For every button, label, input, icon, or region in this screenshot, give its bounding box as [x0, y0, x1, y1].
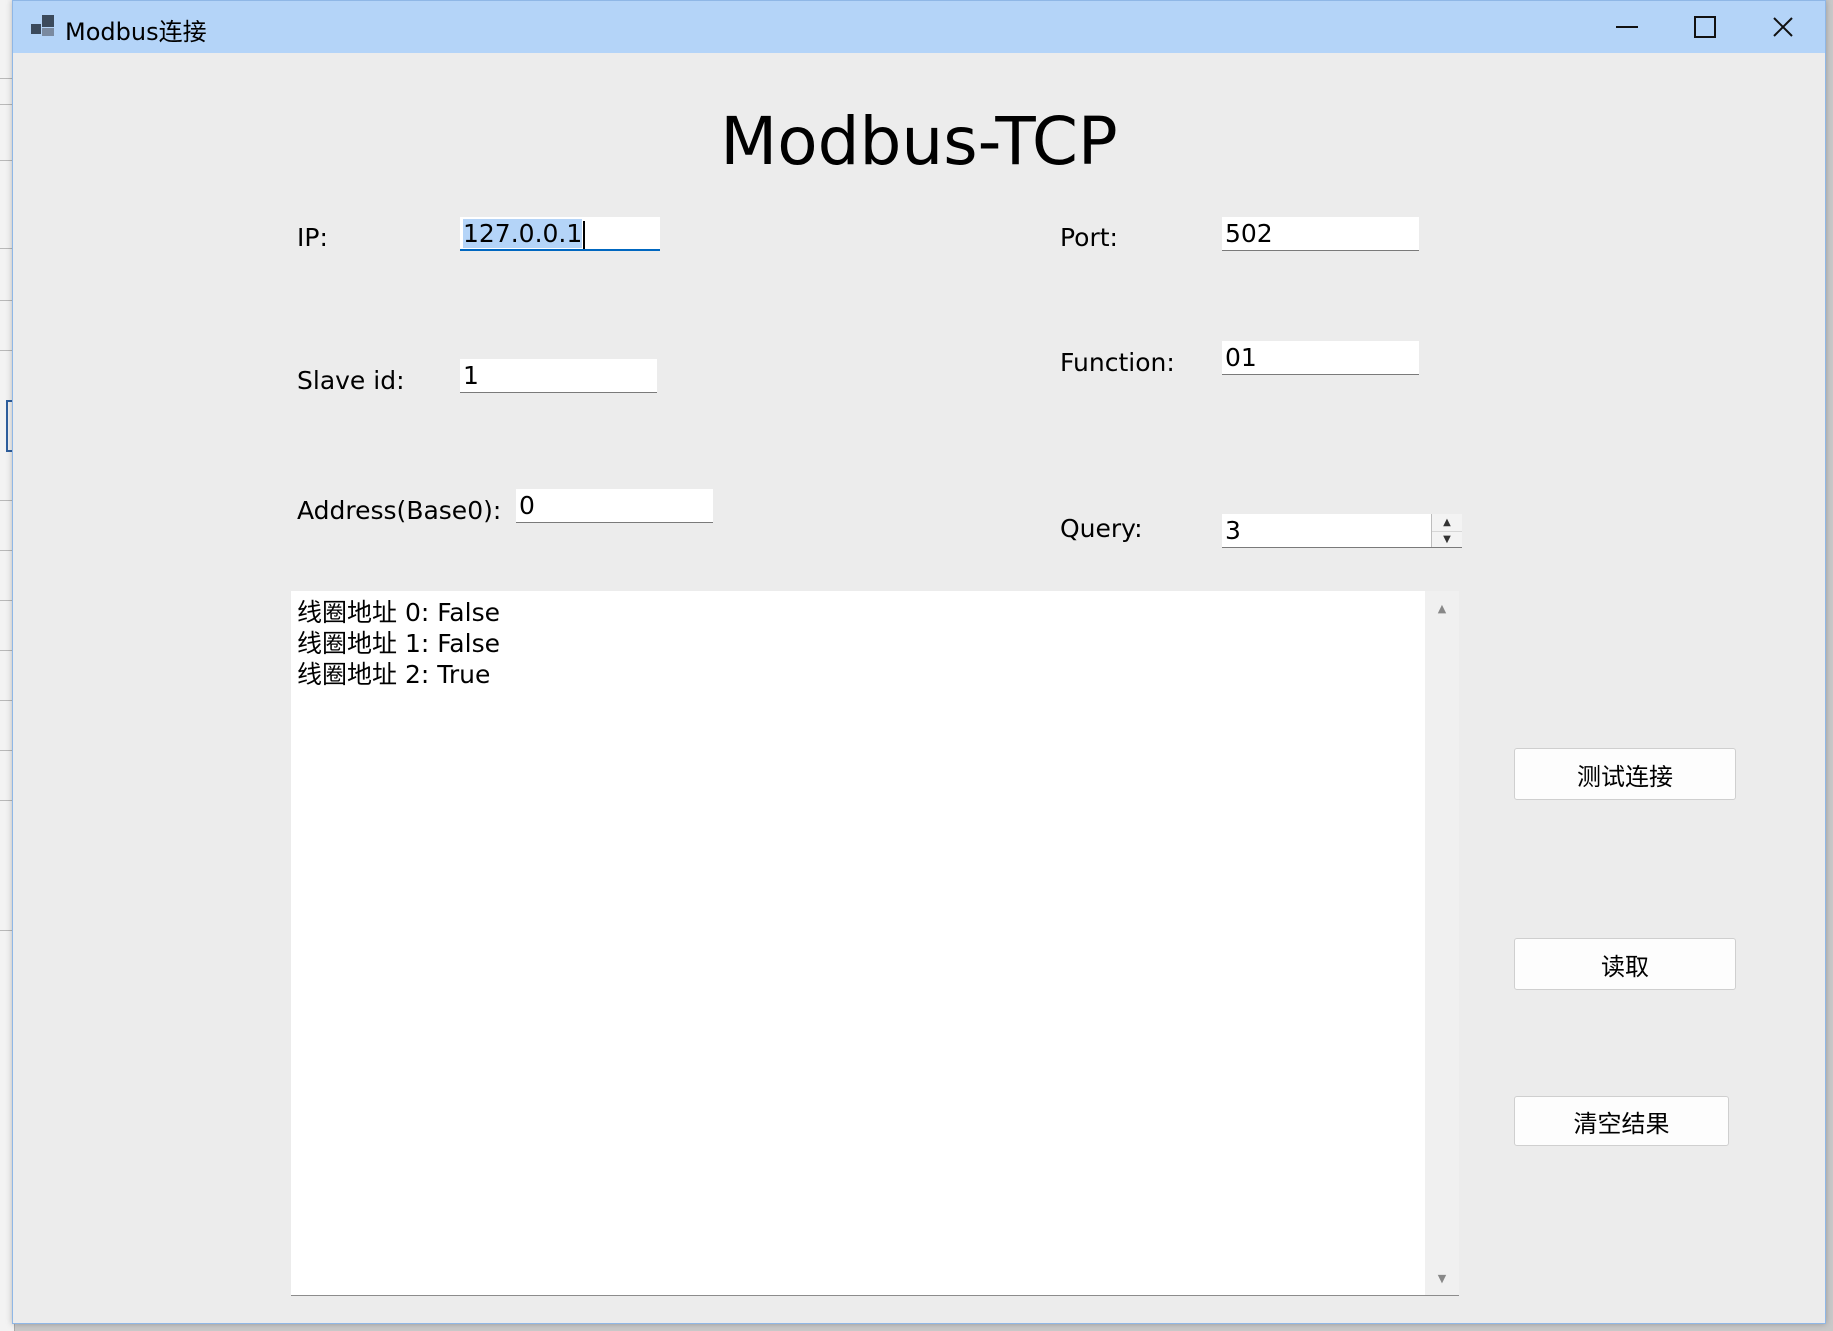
- result-lines: 线圈地址 0: False 线圈地址 1: False 线圈地址 2: True: [297, 597, 500, 690]
- function-field[interactable]: 01: [1222, 341, 1419, 375]
- result-line: 线圈地址 1: False: [297, 629, 500, 658]
- read-button[interactable]: 读取: [1514, 938, 1736, 990]
- form-area: Modbus-TCP IP: 127.0.0.1 Port: 502 Slave…: [13, 53, 1825, 1323]
- window-title: Modbus连接: [65, 18, 207, 46]
- address-label: Address(Base0):: [297, 496, 502, 525]
- page-title: Modbus-TCP: [720, 103, 1118, 180]
- close-icon: [1773, 17, 1793, 37]
- slave-id-field[interactable]: 1: [460, 359, 657, 393]
- result-line: 线圈地址 2: True: [297, 660, 491, 689]
- query-value: 3: [1225, 516, 1241, 545]
- query-label: Query:: [1060, 514, 1143, 543]
- port-label: Port:: [1060, 223, 1118, 252]
- query-spin-buttons: ▲ ▼: [1431, 514, 1462, 547]
- maximize-button[interactable]: [1666, 1, 1744, 53]
- slave-id-label: Slave id:: [297, 366, 405, 395]
- ip-label: IP:: [297, 223, 328, 252]
- test-connection-button[interactable]: 测试连接: [1514, 748, 1736, 800]
- title-bar[interactable]: Modbus连接: [13, 1, 1825, 53]
- close-button[interactable]: [1744, 1, 1822, 53]
- minimize-button[interactable]: [1588, 1, 1666, 53]
- result-line: 线圈地址 0: False: [297, 598, 500, 627]
- maximize-icon: [1694, 16, 1716, 38]
- ip-value: 127.0.0.1: [463, 219, 583, 248]
- query-stepper[interactable]: 3 ▲ ▼: [1222, 514, 1462, 548]
- port-field[interactable]: 502: [1222, 217, 1419, 251]
- function-label: Function:: [1060, 348, 1175, 377]
- down-arrow-icon[interactable]: ▼: [1432, 531, 1462, 547]
- scroll-down-icon[interactable]: ▼: [1425, 1263, 1459, 1293]
- app-window-icon: [31, 15, 55, 37]
- minimize-icon: [1616, 26, 1638, 28]
- clear-results-button[interactable]: 清空结果: [1514, 1096, 1729, 1146]
- ip-field[interactable]: 127.0.0.1: [460, 217, 660, 251]
- address-field[interactable]: 0: [516, 489, 713, 523]
- scroll-up-icon[interactable]: ▲: [1425, 593, 1459, 623]
- modbus-window: Modbus连接 Modbus-TCP IP: 127.0.0.1 Port: …: [12, 0, 1826, 1324]
- result-textbox[interactable]: 线圈地址 0: False 线圈地址 1: False 线圈地址 2: True…: [291, 591, 1459, 1296]
- vertical-scrollbar[interactable]: ▲ ▼: [1425, 591, 1459, 1295]
